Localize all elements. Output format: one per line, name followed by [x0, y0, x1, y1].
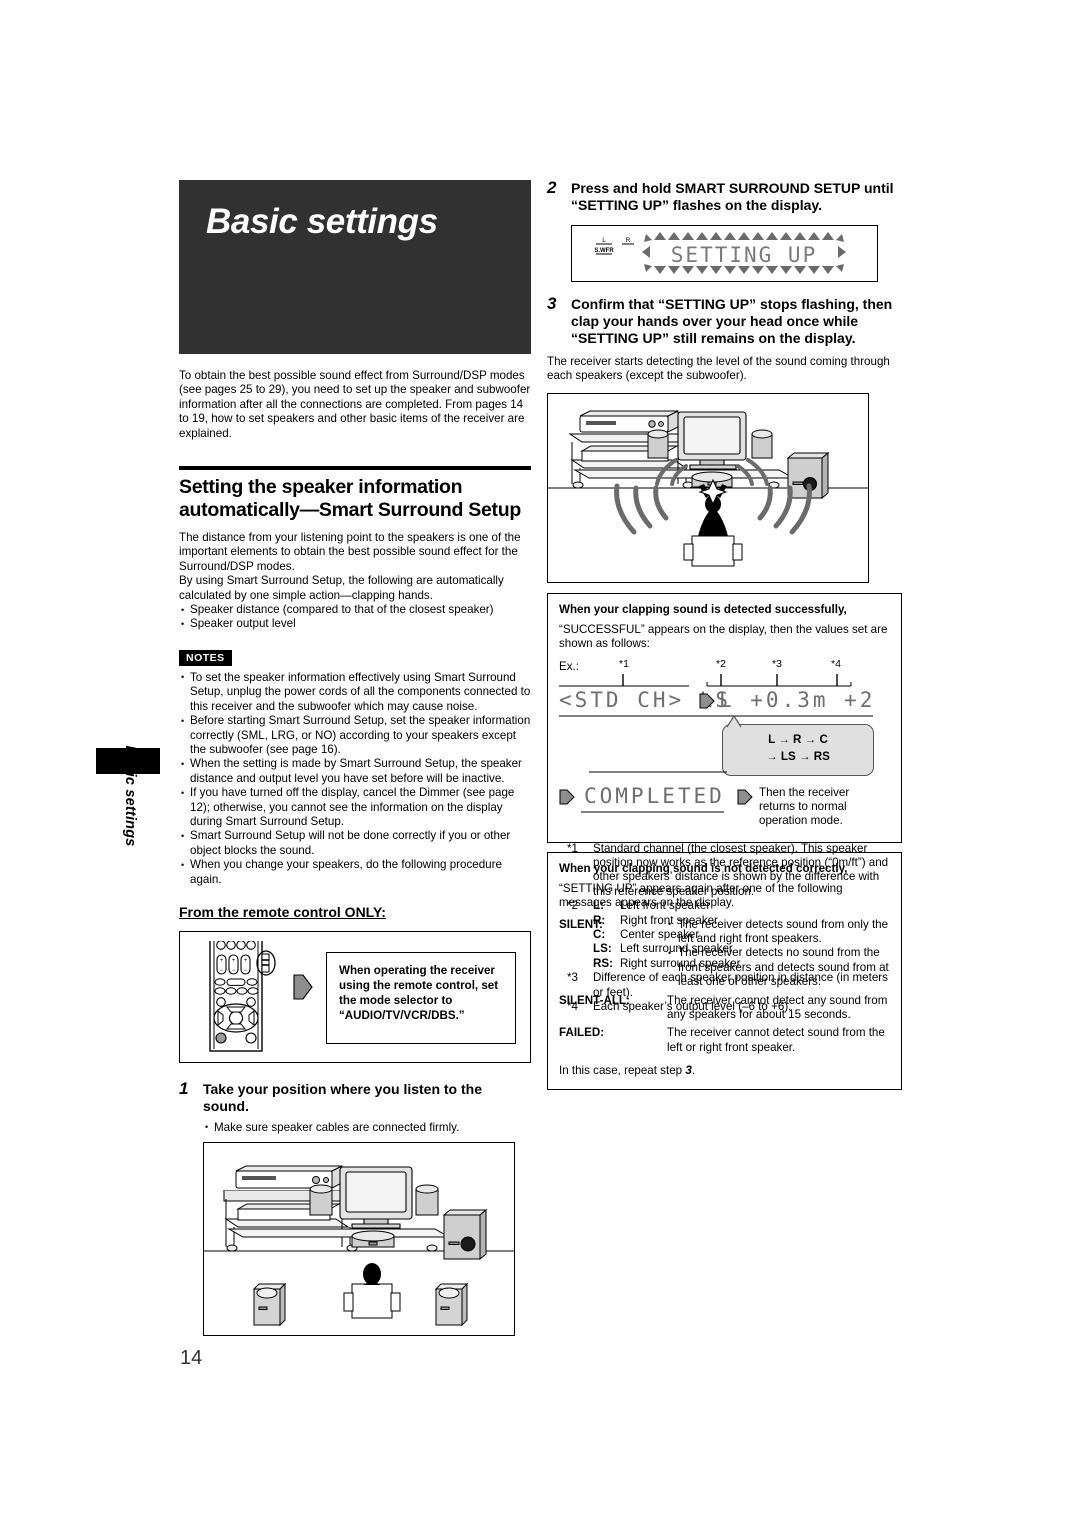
callout-line-4: “AUDIO/TV/VCR/DBS.” [339, 1008, 465, 1022]
section-rule [179, 466, 531, 471]
step-title: Confirm that “SETTING UP” stops flashing… [571, 296, 893, 346]
list-item: If you have turned off the display, canc… [179, 786, 531, 829]
arrow-right-icon [737, 789, 753, 805]
step-3: 3 Confirm that “SETTING UP” stops flashi… [547, 294, 902, 347]
step-2: 2 Press and hold SMART SURROUND SETUP un… [547, 178, 902, 214]
step-number: 3 [547, 294, 557, 313]
list-item: The receiver detects no sound from the f… [667, 946, 890, 989]
side-tab-label: Basic settings [122, 745, 138, 847]
success-info-box: When your clapping sound is detected suc… [547, 592, 902, 1013]
step-3-body: The receiver starts detecting the level … [547, 355, 890, 383]
repeat-prefix: In this case, repeat step [559, 1064, 686, 1078]
table-row: FAILED: The receiver cannot detect sound… [559, 1026, 890, 1059]
step-1-bullets: Make sure speaker cables are connected f… [203, 1120, 531, 1135]
svg-text:+: + [220, 958, 224, 964]
mark-3: *3 [772, 657, 782, 670]
success-paragraph: “SUCCESSFUL” appears on the display, the… [559, 622, 888, 651]
svg-text:−: − [244, 968, 248, 974]
remote-callout: When operating the receiver using the re… [326, 951, 516, 1044]
message-key: FAILED: [559, 1026, 605, 1040]
callout-pointer-icon [726, 714, 742, 727]
list-item: Make sure speaker cables are connected f… [203, 1120, 531, 1135]
list-item: When the setting is made by Smart Surrou… [179, 757, 531, 786]
lcd-display-icon: L S.WFR R SETTING UP [594, 232, 846, 274]
svg-text:S.WFR: S.WFR [594, 248, 614, 254]
chapter-banner: Basic settings [179, 180, 531, 354]
mark-leader-lines-icon [559, 673, 852, 687]
list-item: Before starting Smart Surround Setup, se… [179, 714, 531, 757]
underline-left-icon [559, 715, 727, 717]
notes-list: To set the speaker information effective… [179, 670, 531, 887]
step-title: Take your position where you listen to t… [203, 1080, 483, 1114]
right-column: 2 Press and hold SMART SURROUND SETUP un… [547, 178, 902, 1090]
callout-line-3: the mode selector to [339, 993, 453, 1007]
remote-control-icon: + + + − − − [209, 940, 276, 1052]
section-heading: Setting the speaker information automati… [179, 476, 521, 522]
display-panel-figure: L S.WFR R SETTING UP [571, 225, 878, 282]
svg-text:R: R [626, 237, 631, 244]
svg-text:+: + [244, 958, 248, 964]
list-item: The receiver detects sound from only the… [667, 917, 890, 947]
arrow-right-icon [293, 974, 313, 1000]
page-number: 14 [180, 1347, 203, 1369]
room-diagram-clapping [547, 392, 869, 583]
left-column: Basic settings To obtain the best possib… [179, 180, 531, 1337]
notes-block: NOTES To set the speaker information eff… [179, 648, 531, 887]
mark-4: *4 [831, 657, 841, 670]
svg-text:+: + [232, 958, 236, 964]
arrow-right-icon [699, 693, 715, 709]
list-item: Smart Surround Setup will not be done co… [179, 829, 531, 858]
list-item: Speaker distance (compared to that of th… [179, 603, 531, 618]
remote-subheading: From the remote control ONLY: [179, 903, 386, 920]
room-diagram-clap-icon [548, 410, 868, 567]
failure-paragraph: “SETTING UP” appears again after one of … [559, 881, 843, 910]
speaker-cycle-callout: L → R → C → LS → RS [722, 723, 874, 776]
side-tab: Basic settings [96, 745, 160, 847]
message-body: The receiver cannot detect any sound fro… [667, 993, 888, 1022]
divider-icon [589, 771, 727, 773]
chapter-title: Basic settings [206, 202, 438, 241]
message-body: The receiver detects sound from only the… [667, 917, 890, 994]
step-title: Press and hold SMART SURROUND SETUP unti… [571, 180, 894, 213]
success-lcd-figure: Ex.: *1 *2 *3 *4 <STD CH> LS L +0.3m +2 … [559, 657, 890, 838]
display-text: SETTING UP [671, 243, 817, 267]
remote-control-figure: + + + − − − When operating the receiver … [179, 930, 531, 1063]
callout-line-1: When operating the receiver [339, 963, 495, 977]
section-bullets: Speaker distance (compared to that of th… [179, 603, 531, 632]
section-paragraph-2: By using Smart Surround Setup, the follo… [179, 574, 504, 602]
notes-badge: NOTES [179, 649, 232, 666]
step-number: 1 [179, 1078, 189, 1098]
then-text: Then the receiver returns to normal oper… [759, 785, 850, 828]
list-item: To set the speaker information effective… [179, 670, 531, 714]
cycle-line-2: → LS → RS [766, 749, 830, 763]
svg-text:−: − [220, 968, 224, 974]
manual-page: Basic settings Basic settings To obtain … [0, 0, 1080, 1531]
cycle-line-1: L → R → C [768, 732, 828, 746]
intro-paragraph: To obtain the best possible sound effect… [179, 369, 531, 440]
list-item: Speaker output level [179, 617, 531, 632]
message-bullets: The receiver detects sound from only the… [667, 917, 890, 990]
failure-heading: When your clapping sound is not detected… [559, 861, 848, 875]
repeat-suffix: . [691, 1064, 696, 1078]
underline-completed-icon [581, 811, 724, 813]
room-diagram-seated [203, 1142, 515, 1337]
lcd-completed-text: COMPLETED [584, 783, 725, 808]
mark-2: *2 [716, 657, 726, 670]
step-1: 1 Take your position where you listen to… [179, 1078, 531, 1115]
message-body: The receiver cannot detect sound from th… [667, 1026, 885, 1054]
repeat-instruction: In this case, repeat step 3. [559, 1064, 890, 1078]
mark-1: *1 [619, 657, 629, 670]
arrow-right-icon [559, 789, 575, 805]
step-number: 2 [547, 178, 557, 197]
callout-line-2: using the remote control, set [339, 978, 499, 992]
success-heading: When your clapping sound is detected suc… [559, 602, 847, 616]
list-item: When you change your speakers, do the fo… [179, 858, 531, 887]
svg-text:L: L [602, 237, 606, 244]
svg-text:−: − [232, 968, 236, 974]
lcd-right-text: L +0.3m +2 [719, 687, 876, 712]
room-diagram-icon [204, 1165, 514, 1327]
section-paragraph-1: The distance from your listening point t… [179, 531, 521, 573]
